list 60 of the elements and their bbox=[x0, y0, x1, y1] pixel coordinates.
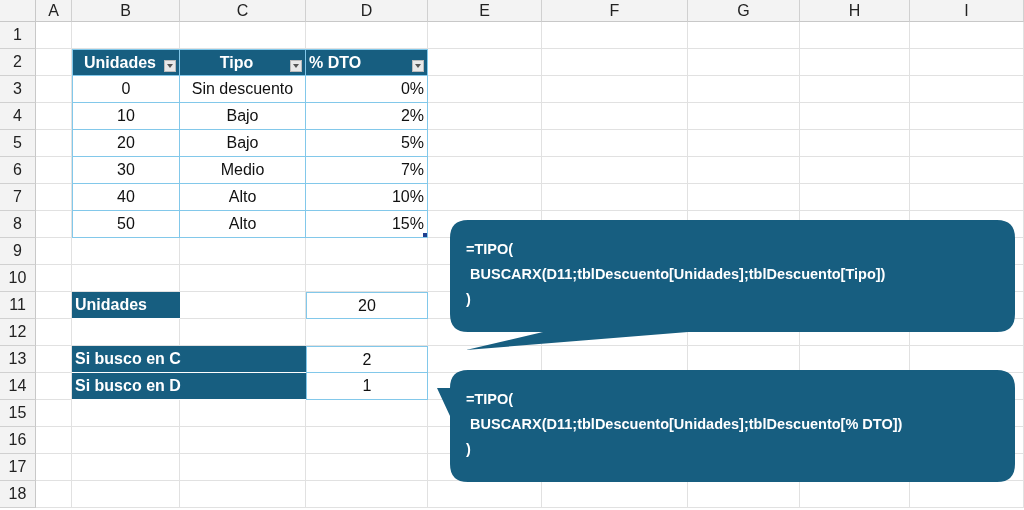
table-cell: Alto bbox=[180, 184, 306, 211]
row-header[interactable]: 13 bbox=[0, 346, 36, 373]
table-cell: 20 bbox=[72, 130, 180, 157]
row-header[interactable]: 15 bbox=[0, 400, 36, 427]
table-cell: 40 bbox=[72, 184, 180, 211]
label-cell: Unidades bbox=[72, 292, 180, 319]
table-cell: 5% bbox=[306, 130, 428, 157]
table-cell: 7% bbox=[306, 157, 428, 184]
result-cell: 2 bbox=[306, 346, 428, 373]
row-header[interactable]: 8 bbox=[0, 211, 36, 238]
table-cell: 30 bbox=[72, 157, 180, 184]
row-header[interactable]: 9 bbox=[0, 238, 36, 265]
table-header-cell: % DTO bbox=[306, 49, 428, 76]
row-header[interactable]: 4 bbox=[0, 103, 36, 130]
table-cell: Bajo bbox=[180, 130, 306, 157]
row-header[interactable]: 1 bbox=[0, 22, 36, 49]
filter-dropdown-icon[interactable] bbox=[412, 59, 424, 72]
row-header[interactable]: 12 bbox=[0, 319, 36, 346]
table-header-cell: Tipo bbox=[180, 49, 306, 76]
column-header[interactable]: D bbox=[306, 0, 428, 22]
row-header[interactable]: 2 bbox=[0, 49, 36, 76]
table-header-cell: Unidades bbox=[72, 49, 180, 76]
result-cell: 1 bbox=[306, 373, 428, 400]
table-cell: Alto bbox=[180, 211, 306, 238]
column-header[interactable]: A bbox=[36, 0, 72, 22]
table-cell: 0 bbox=[72, 76, 180, 103]
table-cell: 50 bbox=[72, 211, 180, 238]
table-cell: Medio bbox=[180, 157, 306, 184]
label-cell: Si busco en C bbox=[72, 346, 306, 373]
column-header[interactable]: G bbox=[688, 0, 800, 22]
row-header[interactable]: 3 bbox=[0, 76, 36, 103]
row-header[interactable]: 16 bbox=[0, 427, 36, 454]
filter-dropdown-icon[interactable] bbox=[290, 59, 302, 72]
table-cell: 0% bbox=[306, 76, 428, 103]
column-header[interactable]: C bbox=[180, 0, 306, 22]
row-header[interactable]: 17 bbox=[0, 454, 36, 481]
row-header[interactable]: 18 bbox=[0, 481, 36, 508]
filter-dropdown-icon[interactable] bbox=[164, 59, 176, 72]
column-header[interactable]: F bbox=[542, 0, 688, 22]
row-header[interactable]: 10 bbox=[0, 265, 36, 292]
formula-text: =TIPO( BUSCARX(D11;tblDescuento[Unidades];tblDescuento[% DTO]) ) bbox=[466, 390, 903, 459]
column-header[interactable]: I bbox=[910, 0, 1024, 22]
row-header[interactable]: 6 bbox=[0, 157, 36, 184]
row-header[interactable]: 14 bbox=[0, 373, 36, 400]
table-cell: Bajo bbox=[180, 103, 306, 130]
column-header[interactable]: E bbox=[428, 0, 542, 22]
row-header[interactable]: 11 bbox=[0, 292, 36, 319]
table-cell: 10 bbox=[72, 103, 180, 130]
column-header[interactable]: H bbox=[800, 0, 910, 22]
label-cell: Si busco en D bbox=[72, 373, 306, 400]
table-cell: 10% bbox=[306, 184, 428, 211]
row-header[interactable]: 5 bbox=[0, 130, 36, 157]
input-cell[interactable]: 20 bbox=[306, 292, 428, 319]
row-header[interactable]: 7 bbox=[0, 184, 36, 211]
table-cell: 2% bbox=[306, 103, 428, 130]
resize-handle[interactable] bbox=[423, 233, 427, 237]
table-cell: 15% bbox=[306, 211, 428, 238]
formula-text: =TIPO( BUSCARX(D11;tblDescuento[Unidades];tblDescuento[Tipo]) ) bbox=[466, 240, 886, 309]
table-cell: Sin descuento bbox=[180, 76, 306, 103]
column-header[interactable]: B bbox=[72, 0, 180, 22]
